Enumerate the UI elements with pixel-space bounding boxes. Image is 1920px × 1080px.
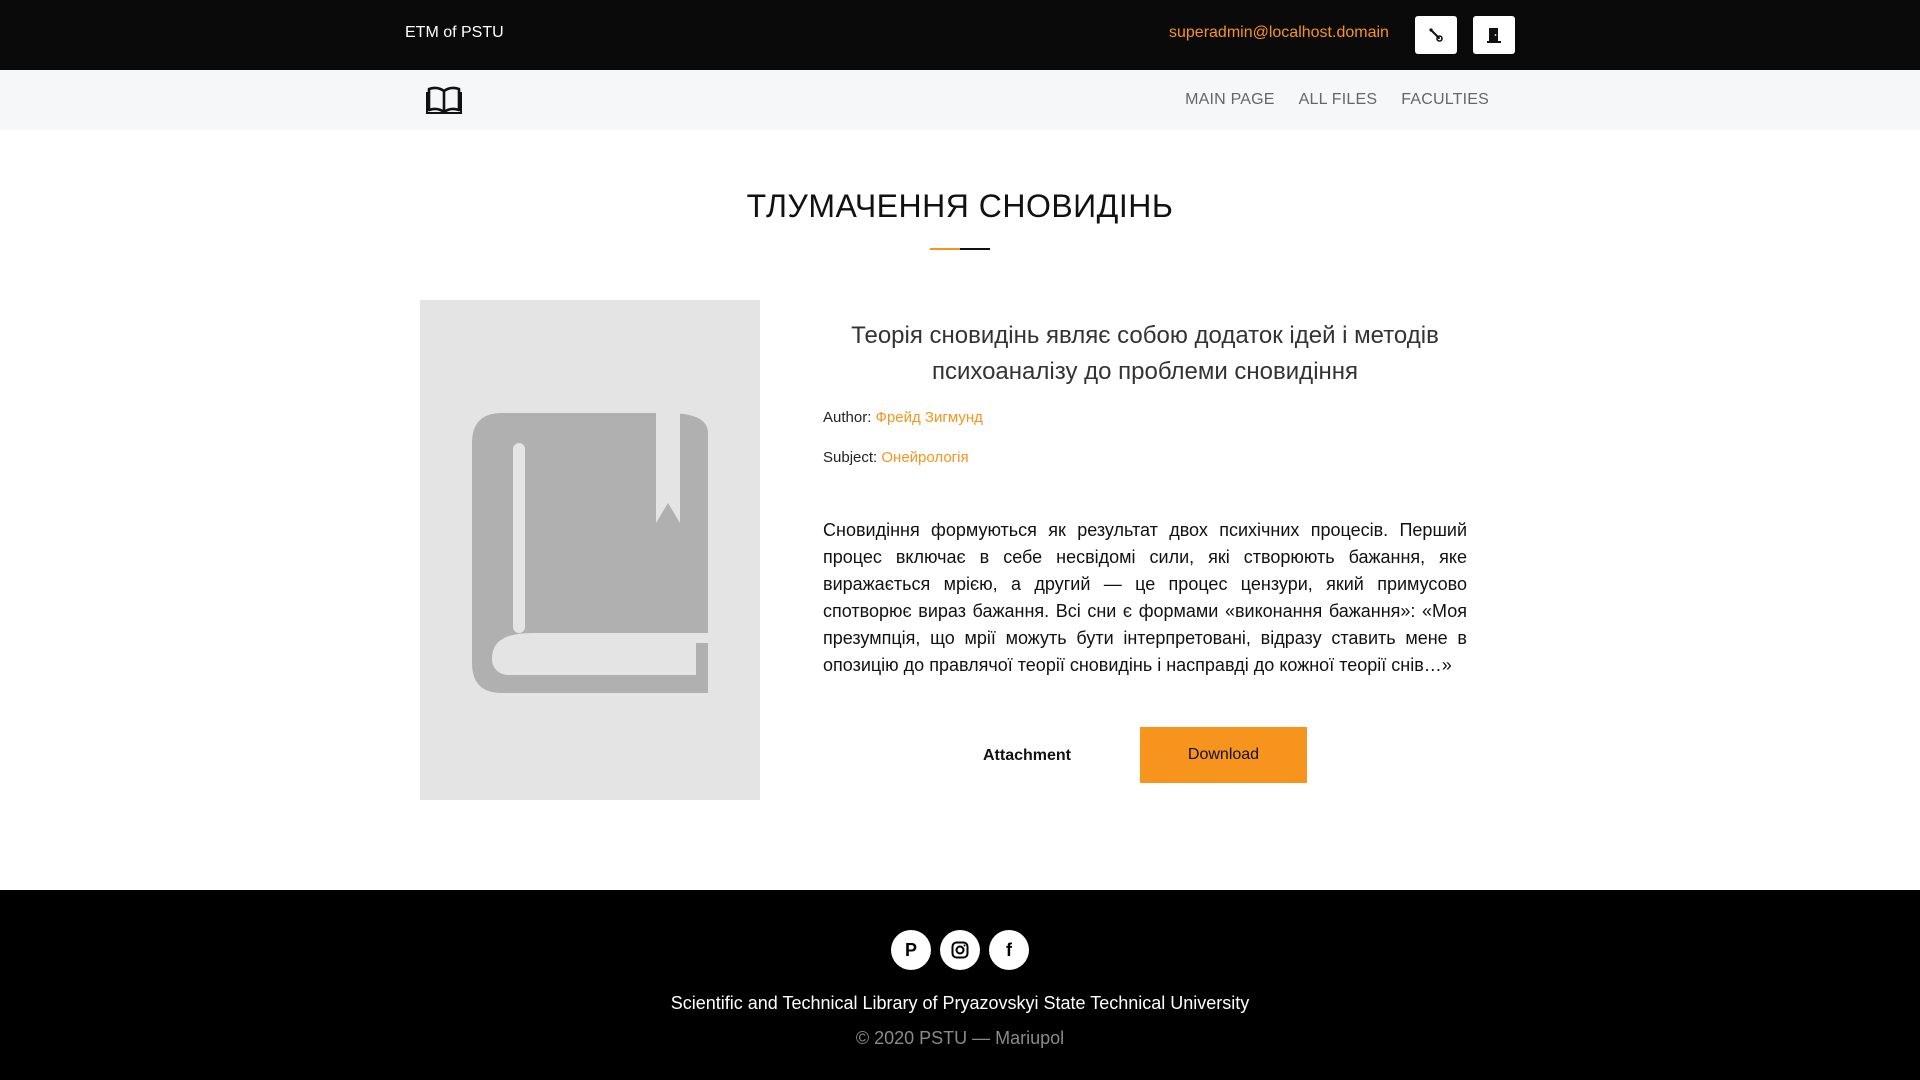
- author-label: Author:: [823, 409, 872, 426]
- author-link[interactable]: Фрейд Зигмунд: [876, 409, 983, 426]
- book-heading: Теорія сновидінь являє собою додаток іде…: [851, 322, 1439, 385]
- main-navbar: MAIN PAGE ALL FILES FACULTIES: [0, 70, 1920, 130]
- wrench-icon: [1429, 28, 1443, 42]
- book-cover: [420, 300, 760, 800]
- book-placeholder-icon: [472, 412, 708, 693]
- footer: P f Scientific and Technical Library of …: [0, 890, 1920, 1080]
- download-button[interactable]: Download: [1140, 727, 1307, 783]
- title-divider-accent: [930, 248, 960, 250]
- top-bar: ETM of PSTU superadmin@localhost.domain: [0, 0, 1920, 70]
- nav-main-page[interactable]: MAIN PAGE: [1185, 91, 1275, 109]
- subject-link[interactable]: Онейрологія: [881, 449, 968, 466]
- footer-library-name: Scientific and Technical Library of Prya…: [670, 993, 1250, 1013]
- door-icon: [1487, 28, 1501, 43]
- facebook-link[interactable]: f: [989, 930, 1029, 970]
- nav-all-files[interactable]: ALL FILES: [1299, 91, 1378, 109]
- footer-copyright: © 2020 PSTU — Mariupol: [855, 1028, 1065, 1048]
- social-links: P f: [0, 930, 1920, 970]
- nav-faculties[interactable]: FACULTIES: [1401, 91, 1489, 109]
- attachment-label: Attachment: [983, 747, 1072, 764]
- page-title: ТЛУМАЧЕННЯ СНОВИДІНЬ: [746, 188, 1174, 224]
- nav-links: MAIN PAGE ALL FILES FACULTIES: [1185, 70, 1489, 130]
- open-book-icon: [426, 86, 462, 114]
- subject-label: Subject:: [823, 449, 878, 466]
- logout-button[interactable]: [1473, 16, 1515, 54]
- title-divider: [930, 248, 990, 250]
- book-description: Сновидіння формуються як результат двох …: [823, 520, 1467, 675]
- facebook-icon: f: [1006, 939, 1012, 960]
- home-logo-link[interactable]: [426, 85, 462, 115]
- subject-row: Subject: Онейрологія: [823, 449, 969, 466]
- site-brand[interactable]: ETM of PSTU: [405, 24, 504, 42]
- user-email-link[interactable]: superadmin@localhost.domain: [1169, 24, 1389, 42]
- instagram-link[interactable]: [940, 930, 980, 970]
- instagram-icon: [951, 941, 969, 959]
- p-logo-link[interactable]: P: [891, 930, 931, 970]
- author-row: Author: Фрейд Зигмунд: [823, 409, 983, 426]
- p-logo-icon: P: [904, 939, 917, 960]
- settings-button[interactable]: [1415, 16, 1457, 54]
- title-divider-dark: [960, 248, 990, 250]
